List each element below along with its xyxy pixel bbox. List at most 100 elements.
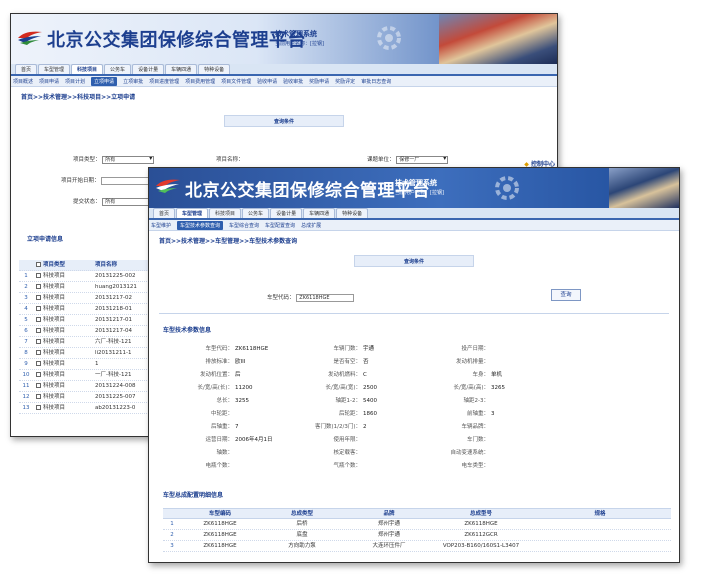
param-value: [491, 343, 547, 356]
tab-vehicle-four[interactable]: 车辆四通: [165, 64, 198, 74]
subnav-item[interactable]: 车型综合查询: [229, 222, 259, 229]
table-cell: [529, 530, 671, 540]
tab-equipment-metering[interactable]: 设备计量: [270, 208, 303, 218]
subnav-item[interactable]: 车型维护: [151, 222, 171, 229]
subnav-item[interactable]: 项目计划: [65, 78, 85, 85]
param-cell: 气瓶个数：: [291, 460, 419, 473]
row-number: 12: [22, 394, 30, 400]
param-label: 客门数(1/2/3门)：: [315, 424, 361, 430]
row-checkbox[interactable]: [35, 383, 41, 388]
select-all-checkbox[interactable]: [35, 262, 41, 267]
tab-tech-projects[interactable]: 科技项目: [209, 208, 242, 218]
param-cell: 中轴重：: [675, 408, 679, 421]
table-cell: ZK6118HGE: [464, 521, 498, 527]
system-subtitle-block: 技术管理系统 当前用户名称：[拉钢]: [275, 29, 324, 47]
param-cell: 使用年限：: [291, 434, 419, 447]
subnav-item-active[interactable]: 立项申请: [91, 76, 118, 86]
subnav-item[interactable]: 验收审批: [283, 78, 303, 85]
param-label: 车辆门数：: [333, 346, 361, 352]
row-number: 2: [24, 284, 28, 290]
param-value: 3: [491, 411, 495, 417]
param-value: [235, 460, 291, 473]
row-checkbox[interactable]: [35, 350, 41, 355]
subnav-item-active[interactable]: 车型技术参数查询: [177, 220, 224, 230]
param-value: 3265: [491, 385, 505, 391]
subnav-item[interactable]: 奖励申请: [309, 78, 329, 85]
param-label: 前悬：: [675, 382, 679, 395]
param-cell: 长/宽/高(宽)： 2500: [291, 382, 419, 395]
tab-official-cars[interactable]: 公务车: [104, 64, 132, 74]
param-cell: 前轮距：2054: [675, 395, 679, 408]
row-checkbox[interactable]: [35, 405, 41, 410]
row-checkbox[interactable]: [35, 317, 41, 322]
table-row[interactable]: 3 ZK6118HGE 方向助力泵 大连环压件厂 VOP203-B160/160S1-L…: [163, 541, 671, 552]
tab-tech-projects[interactable]: 科技项目: [71, 64, 104, 74]
tab-home[interactable]: 首页: [153, 208, 176, 218]
assembly-table: 车型编码 总成类型 品牌 总成型号 规格 1 ZK6118HGE 后桥 郑州宇通 ZK6…: [163, 508, 671, 552]
subnav-item[interactable]: 车型配置查询: [265, 222, 295, 229]
tab-model-management[interactable]: 车型管理: [38, 64, 71, 74]
subnav-item[interactable]: 审批日志查询: [361, 78, 391, 85]
row-checkbox[interactable]: [35, 361, 41, 366]
tab-vehicle-four[interactable]: 车辆四通: [303, 208, 336, 218]
param-row: 长/宽/高(长)： 11200 长/宽/高(宽)： 2500 长/宽/高(高)： 3265…: [163, 382, 673, 395]
subnav-item[interactable]: 项目进度管理: [149, 78, 179, 85]
row-checkbox[interactable]: [35, 273, 41, 278]
subnav-item[interactable]: 项目文件管理: [221, 78, 251, 85]
row-checkbox[interactable]: [35, 339, 41, 344]
tab-special-equipment[interactable]: 特种设备: [198, 64, 231, 74]
row-checkbox[interactable]: [35, 394, 41, 399]
row-checkbox[interactable]: [35, 328, 41, 333]
subnav-item[interactable]: 项目费用管理: [185, 78, 215, 85]
table-cell: ZK6118HGE: [203, 521, 237, 527]
param-value: 宇通: [363, 346, 375, 352]
param-cell: 发动机燃料： C: [291, 369, 419, 382]
param-label: 轴距1-2：: [335, 398, 361, 404]
divider: [159, 313, 669, 314]
param-cell: 后轮距： 1860: [291, 408, 419, 421]
param-label: [547, 343, 619, 356]
table-cell: [529, 519, 671, 529]
row-checkbox[interactable]: [35, 372, 41, 377]
model-code-input[interactable]: ZK6118HGE: [296, 293, 355, 302]
tab-model-management[interactable]: 车型管理: [176, 208, 209, 218]
param-row: 总长：3255轴距1-2：5400轴距2-3：前轮距：2054: [163, 395, 673, 408]
filter-project-name: 项目名称：: [216, 157, 244, 163]
tab-special-equipment[interactable]: 特种设备: [336, 208, 369, 218]
gear-icon: [377, 26, 401, 50]
subnav-item[interactable]: 总成扩展: [301, 222, 321, 229]
param-cell: 后轴重： 7: [163, 421, 291, 434]
table-row[interactable]: 1 ZK6118HGE 后桥 郑州宇通 ZK6118HGE: [163, 519, 671, 530]
param-value: 欧III: [235, 359, 246, 365]
tab-official-cars[interactable]: 公务车: [242, 208, 270, 218]
param-value: [619, 369, 675, 382]
status-select[interactable]: 所有: [102, 197, 155, 206]
param-label: 发动机额定功率：: [675, 356, 679, 369]
apply-unit-select[interactable]: 保修一厂: [396, 155, 449, 164]
subnav-item[interactable]: 验收申请: [257, 78, 277, 85]
subnav-item[interactable]: 项目概述: [13, 78, 33, 85]
row-checkbox[interactable]: [35, 284, 41, 289]
param-cell: [547, 447, 675, 460]
table-row[interactable]: 2 ZK6118HGE 底盘 郑州宇通 ZK6112GCR: [163, 530, 671, 541]
system-subtitle: 技术管理系统: [395, 179, 437, 187]
tab-home[interactable]: 首页: [15, 64, 38, 74]
row-checkbox[interactable]: [35, 306, 41, 311]
subnav-item[interactable]: 项目申请: [39, 78, 59, 85]
project-type-select[interactable]: 所有: [102, 155, 155, 164]
param-cell: [547, 408, 675, 421]
param-cell: 电瓶个数：: [163, 460, 291, 473]
param-value: ZK6118HGE: [235, 346, 269, 352]
query-button[interactable]: 查询: [551, 289, 581, 301]
param-label: 后轴重：: [210, 424, 233, 430]
table-cell: ZK6112GCR: [464, 532, 498, 538]
param-label: [547, 460, 619, 473]
row-checkbox[interactable]: [35, 295, 41, 300]
subnav-item[interactable]: 立项审批: [123, 78, 143, 85]
subnav-item[interactable]: 奖励评定: [335, 78, 355, 85]
param-cell: 核定载客：: [291, 447, 419, 460]
table-cell: ZK6118HGE: [203, 543, 237, 549]
tab-equipment-metering[interactable]: 设备计量: [132, 64, 165, 74]
table-cell: [529, 541, 671, 551]
param-row: 车型代码：ZK6118HGE车辆门数：宇通投产日期：燃油类型：柴油: [163, 343, 673, 356]
